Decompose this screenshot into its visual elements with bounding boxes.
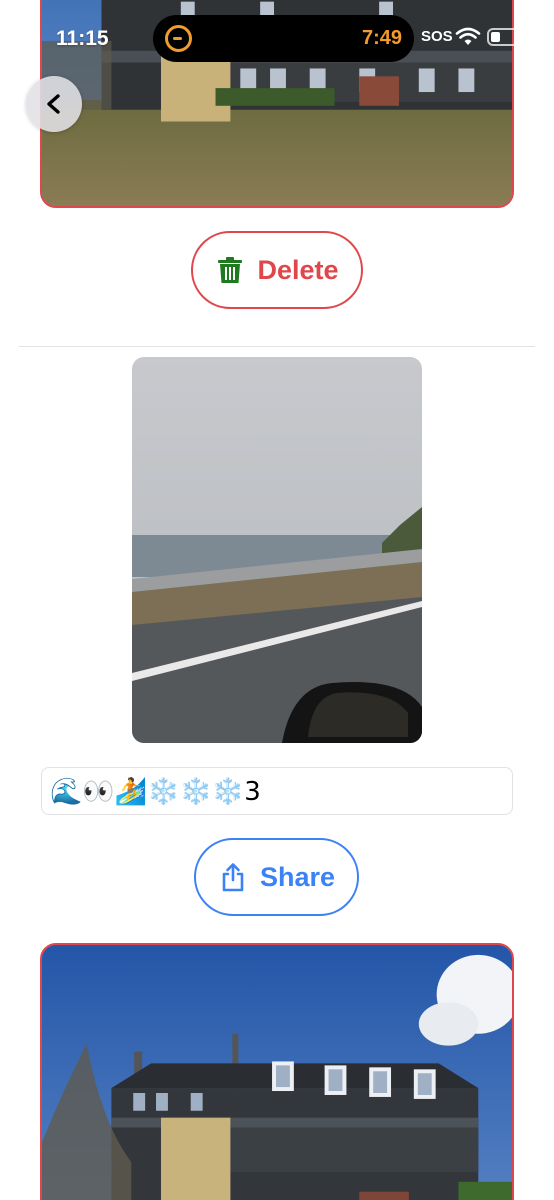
post-divider [19,346,535,347]
post-photo-house-bottom[interactable] [40,943,514,1200]
caption-field[interactable]: 🌊👀🏄❄️❄️❄️3 [41,767,513,815]
post-photo-ocean-road[interactable] [132,357,422,743]
screen: 11:15 7:49 SOS Delete 🌊👀🏄❄️❄️❄️3 Share [0,0,554,1200]
house-photo [42,945,512,1200]
wifi-icon [455,27,481,45]
share-icon [222,863,244,892]
back-button[interactable] [26,76,82,132]
battery-icon [487,28,527,46]
status-time: 11:15 [56,27,109,50]
delete-button[interactable]: Delete [191,231,363,309]
dynamic-island[interactable]: 7:49 [153,15,414,62]
status-bar: 11:15 7:49 SOS [0,0,554,72]
ocean-road-photo [132,357,422,743]
trash-icon [218,257,243,283]
share-button-label: Share [259,861,336,892]
share-button[interactable]: Share [194,838,359,916]
timer-icon [165,25,192,52]
timer-readout: 7:49 [361,27,402,49]
chevron-left-icon [47,94,60,114]
delete-button-label: Delete [257,254,339,285]
carrier-sos-label: SOS [421,28,453,45]
